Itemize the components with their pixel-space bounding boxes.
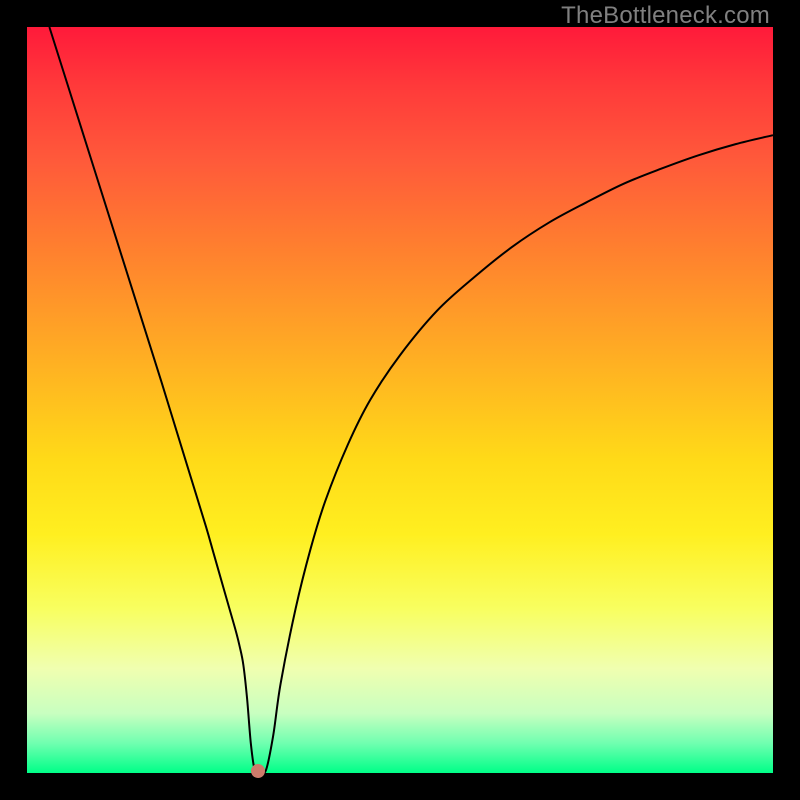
- bottleneck-curve: [27, 27, 773, 773]
- minimum-marker-dot: [251, 764, 265, 778]
- curve-path: [49, 27, 773, 773]
- watermark-text: TheBottleneck.com: [561, 2, 770, 30]
- chart-frame: TheBottleneck.com: [0, 0, 800, 800]
